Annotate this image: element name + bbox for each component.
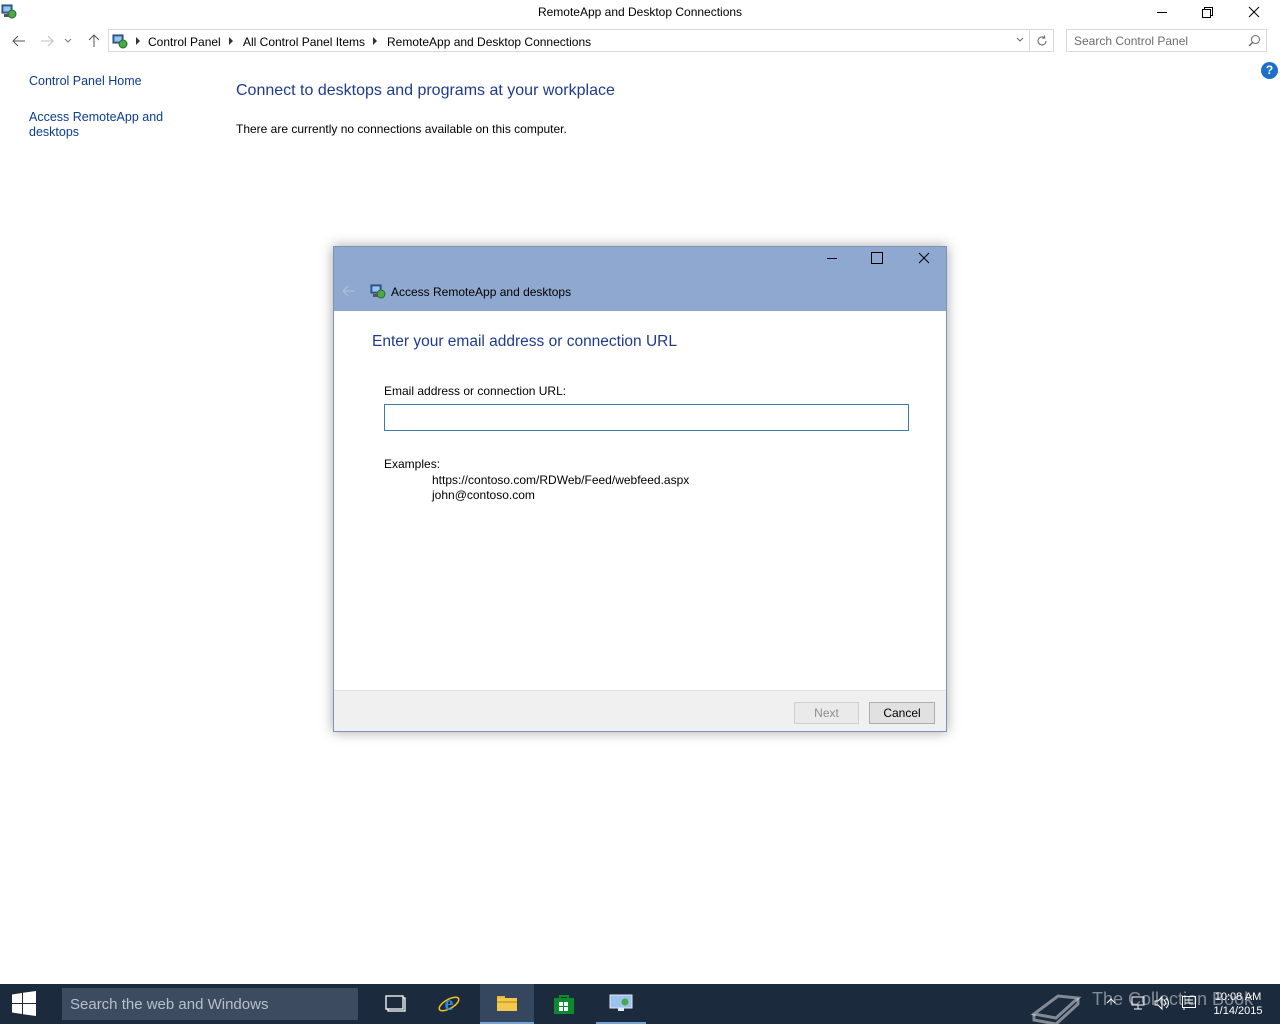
examples-label: Examples: xyxy=(384,457,441,471)
remote-desktop-button[interactable] xyxy=(596,984,646,1024)
chevron-right-icon[interactable] xyxy=(371,36,379,46)
dialog-maximize-button[interactable] xyxy=(854,247,900,269)
maximize-icon xyxy=(871,252,883,264)
sidebar-item-access-remoteapp[interactable]: Access RemoteApp and desktops xyxy=(29,110,199,140)
chevron-right-icon[interactable] xyxy=(227,36,235,46)
show-hidden-icons-icon[interactable] xyxy=(1106,996,1116,1006)
task-view-icon xyxy=(385,995,406,1012)
remote-desktop-icon xyxy=(609,994,633,1011)
file-explorer-icon xyxy=(497,996,517,1011)
store-icon xyxy=(554,995,574,1014)
clock-date: 1/14/2015 xyxy=(1213,1005,1263,1017)
close-icon xyxy=(1248,6,1260,18)
svg-text:e: e xyxy=(445,993,454,1015)
taskbar-search-placeholder: Search the web and Windows xyxy=(70,996,269,1013)
refresh-icon xyxy=(1037,34,1046,45)
restore-button[interactable] xyxy=(1184,0,1230,24)
file-explorer-button[interactable] xyxy=(480,984,534,1024)
example-email: john@contoso.com xyxy=(432,488,535,502)
internet-explorer-button[interactable]: e xyxy=(424,984,474,1024)
back-arrow-icon xyxy=(12,35,25,47)
breadcrumb-all-items[interactable]: All Control Panel Items xyxy=(243,35,365,49)
forward-arrow-icon xyxy=(41,35,54,47)
start-button[interactable] xyxy=(0,984,48,1024)
chevron-down-icon xyxy=(64,38,72,43)
store-button[interactable] xyxy=(539,984,589,1024)
minimize-icon xyxy=(1157,12,1167,13)
network-icon[interactable] xyxy=(1130,995,1146,1011)
remoteapp-icon xyxy=(370,284,386,299)
dialog-footer: Next Cancel xyxy=(334,690,946,731)
restore-icon xyxy=(1202,7,1213,18)
next-button[interactable]: Next xyxy=(794,702,859,724)
clock[interactable]: 10:08 AM 1/14/2015 xyxy=(1206,990,1270,1018)
forward-button[interactable] xyxy=(37,31,57,51)
navigation-bar: Control Panel All Control Panel Items Re… xyxy=(0,27,1280,55)
back-button[interactable] xyxy=(9,31,29,51)
left-pane: Control Panel Home Access RemoteApp and … xyxy=(29,74,199,140)
breadcrumb-current[interactable]: RemoteApp and Desktop Connections xyxy=(387,35,591,49)
email-url-label: Email address or connection URL: xyxy=(384,384,567,398)
internet-explorer-icon: e xyxy=(438,993,460,1015)
dialog-heading: Enter your email address or connection U… xyxy=(372,333,677,350)
window-title: RemoteApp and Desktop Connections xyxy=(537,5,743,19)
minimize-icon xyxy=(827,258,837,259)
control-panel-icon xyxy=(112,34,128,49)
chevron-right-icon[interactable] xyxy=(134,36,142,46)
task-view-button[interactable] xyxy=(371,984,421,1024)
taskbar-search[interactable]: Search the web and Windows xyxy=(62,988,358,1020)
action-center-icon[interactable] xyxy=(1181,995,1197,1011)
search-box[interactable] xyxy=(1066,29,1267,52)
address-bar[interactable]: Control Panel All Control Panel Items Re… xyxy=(108,29,1054,52)
dialog-title: Access RemoteApp and desktops xyxy=(391,285,572,299)
taskbar: Search the web and Windows e The Collect… xyxy=(0,984,1280,1024)
search-input[interactable] xyxy=(1074,33,1244,49)
help-icon[interactable]: ? xyxy=(1261,62,1278,79)
minimize-button[interactable] xyxy=(1139,0,1185,24)
search-icon[interactable] xyxy=(1248,34,1261,47)
recent-locations-button[interactable] xyxy=(61,31,75,51)
cancel-button[interactable]: Cancel xyxy=(869,702,935,724)
example-url: https://contoso.com/RDWeb/Feed/webfeed.a… xyxy=(432,473,690,487)
address-dropdown-icon[interactable] xyxy=(1015,35,1025,45)
status-text: There are currently no connections avail… xyxy=(236,122,567,136)
up-button[interactable] xyxy=(84,31,104,51)
up-arrow-icon xyxy=(88,34,100,47)
breadcrumb-control-panel[interactable]: Control Panel xyxy=(148,35,221,49)
title-bar: RemoteApp and Desktop Connections xyxy=(0,0,1280,24)
email-url-field[interactable] xyxy=(384,404,909,431)
page-heading: Connect to desktops and programs at your… xyxy=(236,82,615,99)
windows-logo-icon xyxy=(12,991,36,1016)
dialog-minimize-button[interactable] xyxy=(809,247,855,269)
close-button[interactable] xyxy=(1231,0,1277,24)
volume-icon[interactable] xyxy=(1154,995,1172,1011)
book-logo-icon xyxy=(1030,994,1082,1024)
clock-time: 10:08 AM xyxy=(1214,991,1262,1003)
refresh-button[interactable] xyxy=(1029,30,1053,51)
back-arrow-icon[interactable] xyxy=(342,285,356,297)
dialog-close-button[interactable] xyxy=(901,247,947,269)
dialog-header: Access RemoteApp and desktops xyxy=(334,247,946,311)
close-icon xyxy=(918,252,930,264)
access-remoteapp-dialog: Access RemoteApp and desktops Enter your… xyxy=(333,246,947,732)
sidebar-item-control-panel-home[interactable]: Control Panel Home xyxy=(29,74,199,89)
